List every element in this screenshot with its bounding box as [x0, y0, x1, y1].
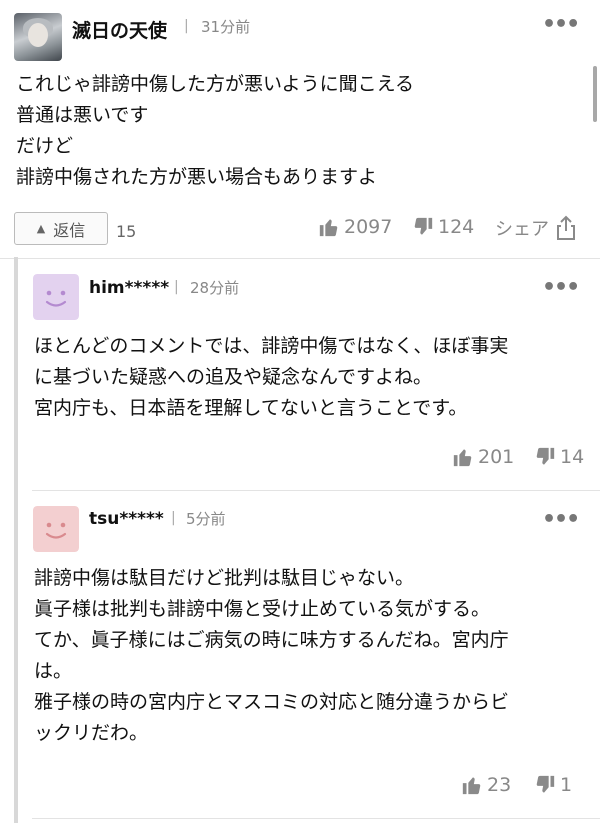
timestamp: 5分前 [186, 510, 226, 528]
thumbs-up-icon [319, 219, 338, 237]
avatar[interactable] [33, 274, 79, 320]
dislike-count: 14 [560, 446, 585, 468]
share-label: シェア [495, 219, 549, 240]
thumbs-down-icon [536, 775, 555, 793]
dislike-button[interactable]: 14 [534, 446, 584, 468]
timestamp: 28分前 [190, 279, 240, 297]
divider [32, 818, 600, 819]
username[interactable]: 滅日の天使 [72, 16, 167, 43]
dislike-button[interactable]: 124 [412, 216, 474, 238]
avatar[interactable] [33, 506, 79, 552]
comment-body: これじゃ誹謗中傷した方が悪いように聞こえる 普通は悪いです だけど 誹謗中傷され… [16, 73, 415, 188]
dislike-count: 124 [438, 216, 475, 238]
thumbs-down-icon [414, 217, 433, 235]
dislike-count: 1 [560, 774, 573, 796]
username[interactable]: tsu***** [89, 509, 164, 529]
like-count: 201 [478, 446, 515, 468]
caret-up-icon: ▲ [36, 222, 46, 235]
thumbs-up-icon [453, 449, 472, 467]
avatar-face [28, 23, 48, 47]
reply-button[interactable]: ▲ 返信 [14, 212, 108, 245]
reply-label: 返信 [53, 220, 86, 240]
like-count: 23 [487, 774, 512, 796]
divider [0, 258, 600, 259]
avatar[interactable] [14, 13, 62, 61]
separator: | [171, 510, 176, 526]
comment-body: ほとんどのコメントでは、誹謗中傷ではなく、ほぼ事実 に基づいた疑惑への追及や疑念… [34, 335, 509, 419]
comment-body: 誹謗中傷は駄目だけど批判は駄目じゃない。 眞子様は批判も誹謗中傷と受け止めている… [34, 567, 510, 744]
separator: | [184, 18, 189, 34]
dislike-button[interactable]: 1 [534, 774, 572, 796]
thumbs-down-icon [536, 447, 555, 465]
timestamp: 31分前 [201, 18, 251, 36]
more-options-icon[interactable]: ••• [542, 12, 580, 37]
more-options-icon[interactable]: ••• [542, 507, 580, 532]
share-icon [557, 215, 575, 240]
reply-count: 15 [116, 222, 137, 241]
more-options-icon[interactable]: ••• [542, 275, 580, 300]
like-button[interactable]: 23 [461, 774, 511, 796]
like-button[interactable]: 2097 [318, 216, 392, 238]
thumbs-up-icon [462, 777, 481, 795]
divider [32, 490, 600, 491]
thread-line [14, 257, 18, 823]
username[interactable]: him***** [89, 278, 169, 298]
separator: | [174, 279, 179, 295]
scrollbar[interactable] [593, 66, 597, 122]
main-comment: 滅日の天使 | 31分前 ••• これじゃ誹謗中傷した方が悪いように聞こえる 普… [0, 0, 600, 262]
like-button[interactable]: 201 [452, 446, 514, 468]
like-count: 2097 [344, 216, 393, 238]
share-button[interactable]: シェア [495, 215, 577, 241]
